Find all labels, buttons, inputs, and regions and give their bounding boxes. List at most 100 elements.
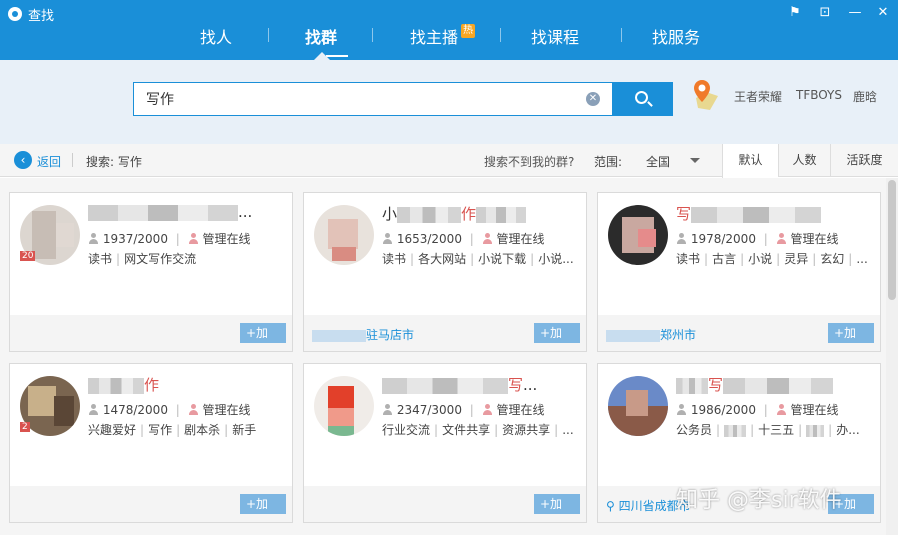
tag: 十三五 [758,423,795,437]
hot-word-link[interactable]: 鹿晗 [853,88,877,105]
group-name: 写... [382,374,578,394]
member-count: 1937/2000 [102,232,168,246]
tag: 小说 [748,252,773,266]
back-button[interactable]: 返回 [37,153,61,170]
nav-divider [621,28,622,42]
sort-default-tab[interactable]: 默认 [722,144,778,178]
search-area: ✕ 王者荣耀 TFBOYS 鹿晗 [0,60,898,144]
group-tags: 公务员 | | 十三五 | | 办... [676,423,860,437]
group-stats: 2347/3000 | 管理在线 [382,401,545,418]
card-footer: 驻马店市 +加 [304,315,586,351]
group-name: 写 [676,203,872,223]
hot-badge: 热 [461,24,476,38]
group-tags: 行业交流 | 文件共享 | 资源共享 |... [382,423,574,437]
join-group-button[interactable]: +加 [534,323,580,343]
admin-icon [776,233,787,244]
tag: 灵异 [784,252,809,266]
group-card[interactable]: 写 1978/2000 | 管理在线 读书 | 古言 | 小说 | 灵异 | 玄幻 |... 郑州… [597,192,881,352]
member-count: 1978/2000 [690,232,756,246]
search-box: ✕ [133,82,613,116]
group-card[interactable]: 20 ... 1937/2000 | 管理在线 读书 | 网文写作交流 +加 [9,192,293,352]
join-group-button[interactable]: +加 [240,494,286,514]
tab-find-groups[interactable]: 找群 [305,24,337,48]
group-location: 郑州市 [606,326,696,343]
clear-icon[interactable]: ✕ [586,92,600,106]
watermark: 知乎 @李sir软件 [676,488,842,513]
tag: ... [856,252,868,266]
scrollbar-thumb[interactable] [888,180,896,300]
group-name: ... [88,203,284,223]
sort-members-tab[interactable]: 人数 [778,144,830,177]
scope-select[interactable]: 全国 [646,153,670,170]
window-title: 查找 [28,9,55,24]
nav-divider [372,28,373,42]
tag: 读书 [382,252,407,266]
tab-find-courses[interactable]: 找课程 [531,24,579,48]
tag: 小说... [538,252,574,266]
member-icon [88,404,99,415]
admin-status: 管理在线 [496,232,545,246]
admin-icon [482,404,493,415]
group-card[interactable]: 2 作 1478/2000 | 管理在线 兴趣爱好 | 写作 | 剧本杀 | 新手 +加 [9,363,293,523]
skin-icon[interactable]: ⊡ [812,3,838,23]
sort-activity-tab[interactable]: 活跃度 [830,144,898,177]
admin-icon [188,404,199,415]
group-tags: 读书 | 网文写作交流 [88,252,197,266]
tag: 写作 [148,423,173,437]
close-button[interactable]: ✕ [870,3,896,23]
admin-status: 管理在线 [202,232,251,246]
level-badge: 20 [20,251,36,261]
chevron-down-icon[interactable] [690,158,700,163]
map-pin-icon [694,80,718,110]
tag: 公务员 [676,423,713,437]
tab-find-streamers[interactable]: 找主播热 [410,24,476,48]
nav-divider [268,28,269,42]
tag: 读书 [676,252,701,266]
tag: 行业交流 [382,423,431,437]
group-stats: 1937/2000 | 管理在线 [88,230,251,247]
feedback-icon[interactable]: ⚑ [782,3,808,23]
location-pin-icon: ⚲ [606,499,619,513]
member-icon [676,404,687,415]
tag: 文件共享 [442,423,491,437]
group-stats: 1978/2000 | 管理在线 [676,230,839,247]
admin-status: 管理在线 [790,232,839,246]
admin-icon [776,404,787,415]
not-found-link[interactable]: 搜索不到我的群? [484,153,574,170]
group-card[interactable]: 写... 2347/3000 | 管理在线 行业交流 | 文件共享 | 资源共享 |...… [303,363,587,523]
divider [72,153,73,167]
minimize-button[interactable]: — [842,3,868,23]
tag: 读书 [88,252,113,266]
tab-find-services[interactable]: 找服务 [652,24,700,48]
scope-label: 范围: [594,155,623,169]
group-name: 小作 [382,203,578,223]
tab-find-people[interactable]: 找人 [200,24,232,48]
hot-word-link[interactable]: TFBOYS [796,88,842,102]
member-icon [88,233,99,244]
hot-word-link[interactable]: 王者荣耀 [734,88,782,105]
search-button[interactable] [613,82,673,116]
back-arrow-icon[interactable]: ‹ [14,151,32,169]
tag: ... [562,423,574,437]
group-stats: 1986/2000 | 管理在线 [676,401,839,418]
join-group-button[interactable]: +加 [534,494,580,514]
admin-status: 管理在线 [790,403,839,417]
group-tags: 兴趣爱好 | 写作 | 剧本杀 | 新手 [88,423,257,437]
group-name: 写 [676,374,872,394]
group-avatar [314,205,374,265]
tag: 资源共享 [502,423,551,437]
admin-status: 管理在线 [496,403,545,417]
group-card[interactable]: 小作 1653/2000 | 管理在线 读书 | 各大网站 | 小说下载 | 小说... 驻… [303,192,587,352]
group-avatar [314,376,374,436]
tag: 小说下载 [478,252,527,266]
search-input[interactable] [146,83,576,115]
group-avatar [608,205,668,265]
admin-status: 管理在线 [202,403,251,417]
join-group-button[interactable]: +加 [828,323,874,343]
join-group-button[interactable]: +加 [240,323,286,343]
member-icon [382,233,393,244]
group-stats: 1478/2000 | 管理在线 [88,401,251,418]
admin-icon [188,233,199,244]
card-footer: 郑州市 +加 [598,315,880,351]
tab-find-streamers-label: 找主播 [410,28,459,47]
